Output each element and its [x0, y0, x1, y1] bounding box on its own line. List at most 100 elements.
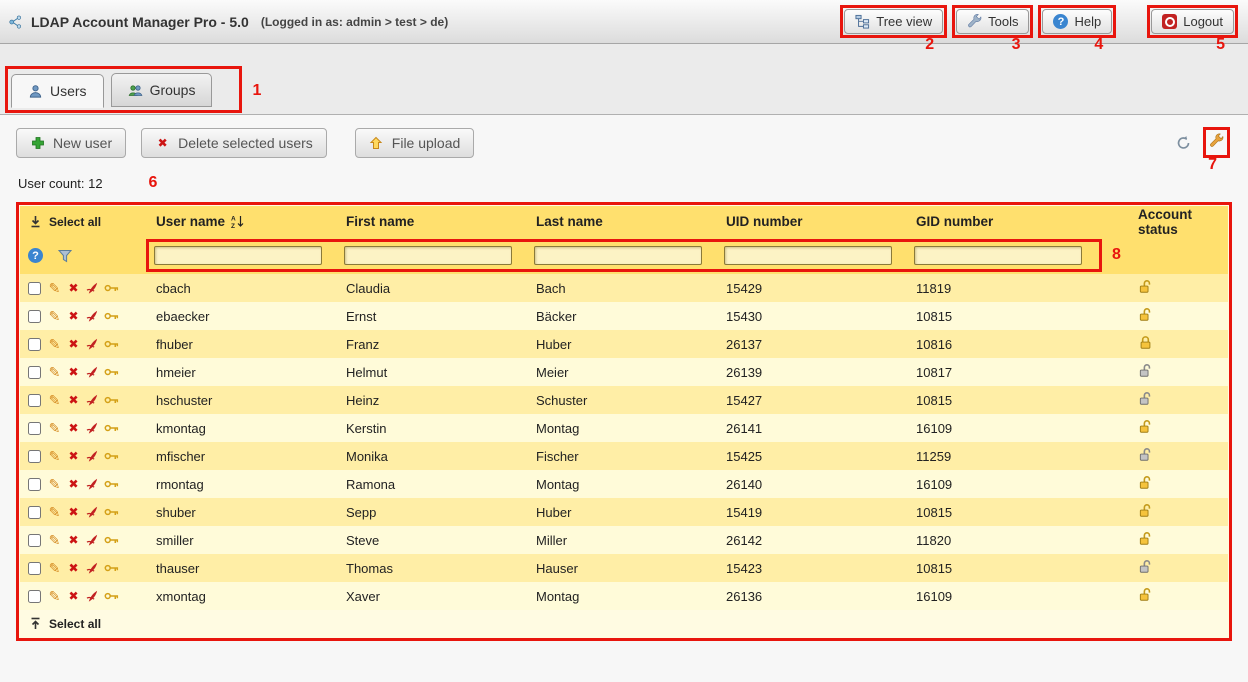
pdf-export-icon[interactable]	[85, 589, 100, 603]
col-header-username[interactable]: User name A Z	[148, 214, 338, 229]
username-cell[interactable]: xmontag	[148, 589, 338, 604]
change-password-key-icon[interactable]	[104, 563, 119, 573]
delete-icon[interactable]: ✖	[66, 393, 81, 407]
pdf-export-icon[interactable]	[85, 281, 100, 295]
pdf-export-icon[interactable]	[85, 505, 100, 519]
tab-users[interactable]: Users	[11, 74, 104, 108]
delete-icon[interactable]: ✖	[66, 449, 81, 463]
pdf-export-icon[interactable]	[85, 309, 100, 323]
table-row: ✎ ✖ xmontag Xaver Montag 26136 16109	[20, 582, 1228, 610]
edit-icon[interactable]: ✎	[47, 476, 62, 493]
edit-icon[interactable]: ✎	[47, 532, 62, 549]
select-all-bottom[interactable]: Select all	[28, 617, 101, 631]
row-checkbox[interactable]	[28, 422, 41, 435]
pdf-export-icon[interactable]	[85, 477, 100, 491]
row-checkbox[interactable]	[28, 450, 41, 463]
username-cell[interactable]: ebaecker	[148, 309, 338, 324]
row-checkbox[interactable]	[28, 338, 41, 351]
pdf-export-icon[interactable]	[85, 561, 100, 575]
row-checkbox[interactable]	[28, 590, 41, 603]
delete-icon[interactable]: ✖	[66, 589, 81, 603]
pdf-export-icon[interactable]	[85, 337, 100, 351]
filter-firstname-input[interactable]	[344, 246, 512, 265]
row-checkbox[interactable]	[28, 562, 41, 575]
row-checkbox[interactable]	[28, 282, 41, 295]
row-checkbox[interactable]	[28, 478, 41, 491]
delete-icon[interactable]: ✖	[66, 561, 81, 575]
row-checkbox[interactable]	[28, 506, 41, 519]
filter-username-input[interactable]	[154, 246, 322, 265]
col-header-firstname[interactable]: First name	[338, 214, 528, 229]
change-password-key-icon[interactable]	[104, 339, 119, 349]
select-all-top[interactable]: Select all	[28, 215, 101, 229]
edit-icon[interactable]: ✎	[47, 588, 62, 605]
username-cell[interactable]: hmeier	[148, 365, 338, 380]
change-password-key-icon[interactable]	[104, 479, 119, 489]
delete-icon[interactable]: ✖	[66, 309, 81, 323]
username-cell[interactable]: rmontag	[148, 477, 338, 492]
delete-icon[interactable]: ✖	[66, 421, 81, 435]
sort-az-icon[interactable]: A Z	[230, 214, 245, 229]
delete-icon[interactable]: ✖	[66, 477, 81, 491]
filter-lastname-input[interactable]	[534, 246, 702, 265]
username-cell[interactable]: thauser	[148, 561, 338, 576]
change-password-key-icon[interactable]	[104, 451, 119, 461]
row-checkbox[interactable]	[28, 366, 41, 379]
delete-users-button[interactable]: ✖ Delete selected users	[141, 128, 327, 158]
col-header-gid[interactable]: GID number	[908, 214, 1120, 229]
edit-icon[interactable]: ✎	[47, 336, 62, 353]
edit-icon[interactable]: ✎	[47, 560, 62, 577]
tab-groups[interactable]: Groups	[111, 73, 213, 107]
change-password-key-icon[interactable]	[104, 283, 119, 293]
edit-icon[interactable]: ✎	[47, 308, 62, 325]
firstname-cell: Franz	[338, 337, 528, 352]
row-checkbox[interactable]	[28, 394, 41, 407]
pdf-export-icon[interactable]	[85, 393, 100, 407]
row-checkbox[interactable]	[28, 310, 41, 323]
refresh-button[interactable]	[1174, 133, 1193, 153]
change-password-key-icon[interactable]	[104, 535, 119, 545]
edit-icon[interactable]: ✎	[47, 420, 62, 437]
delete-icon[interactable]: ✖	[66, 365, 81, 379]
change-password-key-icon[interactable]	[104, 423, 119, 433]
username-cell[interactable]: kmontag	[148, 421, 338, 436]
change-password-key-icon[interactable]	[104, 395, 119, 405]
pdf-export-icon[interactable]	[85, 449, 100, 463]
col-header-lastname[interactable]: Last name	[528, 214, 718, 229]
edit-icon[interactable]: ✎	[47, 364, 62, 381]
delete-icon[interactable]: ✖	[66, 281, 81, 295]
help-button[interactable]: ? Help	[1042, 9, 1112, 34]
file-upload-button[interactable]: File upload	[355, 128, 475, 158]
username-cell[interactable]: smiller	[148, 533, 338, 548]
change-password-key-icon[interactable]	[104, 591, 119, 601]
pdf-export-icon[interactable]	[85, 533, 100, 547]
edit-icon[interactable]: ✎	[47, 392, 62, 409]
delete-icon[interactable]: ✖	[66, 337, 81, 351]
change-password-key-icon[interactable]	[104, 367, 119, 377]
filter-help-icon[interactable]: ?	[28, 248, 43, 263]
username-cell[interactable]: mfischer	[148, 449, 338, 464]
filter-funnel-icon[interactable]	[57, 249, 72, 263]
filter-uid-input[interactable]	[724, 246, 892, 265]
edit-icon[interactable]: ✎	[47, 504, 62, 521]
tree-view-button[interactable]: Tree view	[844, 9, 943, 34]
logout-button[interactable]: Logout	[1151, 9, 1234, 34]
username-cell[interactable]: shuber	[148, 505, 338, 520]
settings-button[interactable]	[1207, 131, 1226, 151]
pdf-export-icon[interactable]	[85, 421, 100, 435]
edit-icon[interactable]: ✎	[47, 448, 62, 465]
edit-icon[interactable]: ✎	[47, 280, 62, 297]
col-header-uid[interactable]: UID number	[718, 214, 908, 229]
pdf-export-icon[interactable]	[85, 365, 100, 379]
filter-gid-input[interactable]	[914, 246, 1082, 265]
change-password-key-icon[interactable]	[104, 507, 119, 517]
delete-icon[interactable]: ✖	[66, 533, 81, 547]
username-cell[interactable]: hschuster	[148, 393, 338, 408]
username-cell[interactable]: fhuber	[148, 337, 338, 352]
new-user-button[interactable]: New user	[16, 128, 126, 158]
tools-button[interactable]: Tools	[956, 9, 1029, 34]
delete-icon[interactable]: ✖	[66, 505, 81, 519]
username-cell[interactable]: cbach	[148, 281, 338, 296]
change-password-key-icon[interactable]	[104, 311, 119, 321]
row-checkbox[interactable]	[28, 534, 41, 547]
